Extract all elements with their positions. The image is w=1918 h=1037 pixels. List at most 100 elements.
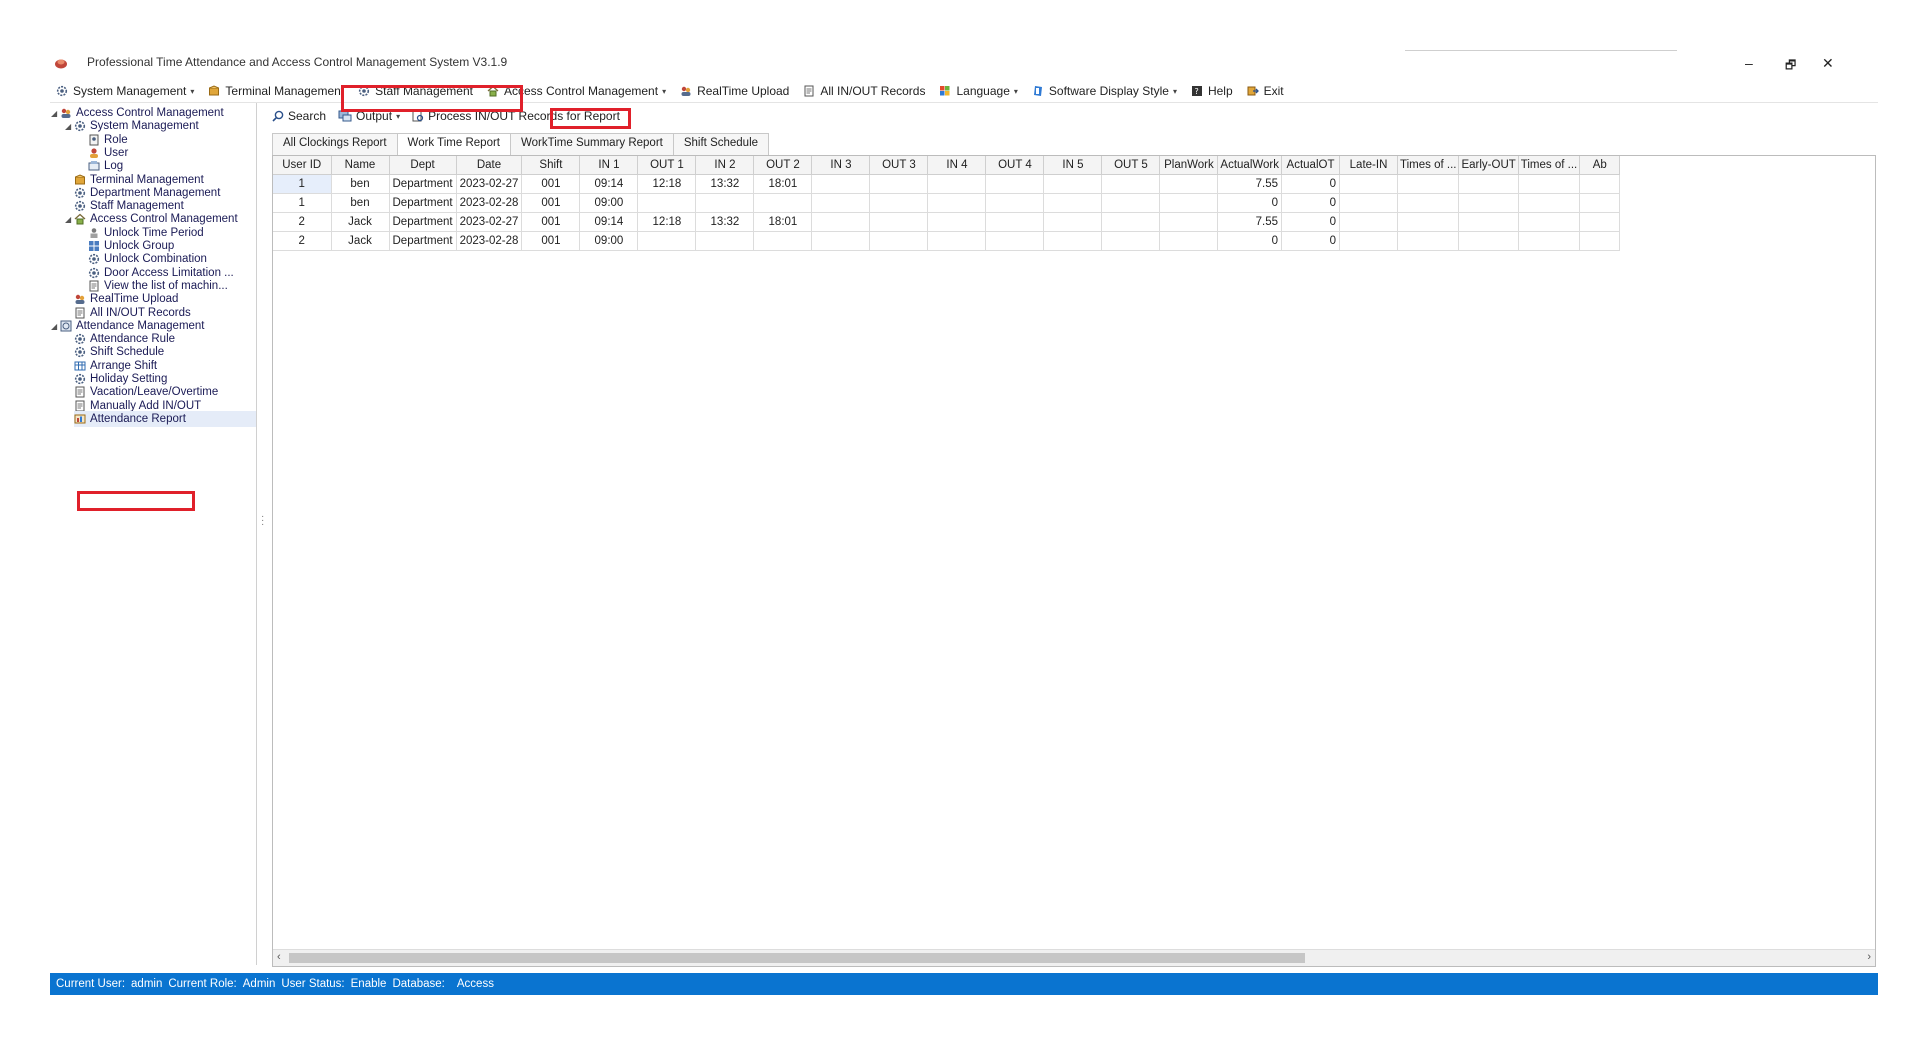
tab-all-clockings-report[interactable]: All Clockings Report (272, 133, 398, 155)
column-header-times-of[interactable]: Times of ... (1397, 156, 1460, 175)
table-cell[interactable]: Department (389, 174, 457, 194)
table-cell[interactable]: Jack (331, 231, 390, 251)
splitter-handle[interactable]: · · · (261, 512, 264, 530)
table-cell[interactable]: 2 (273, 231, 332, 251)
column-header-actualot[interactable]: ActualOT (1281, 156, 1341, 175)
column-header-name[interactable]: Name (331, 156, 390, 175)
table-cell[interactable] (811, 193, 871, 213)
table-cell[interactable] (1458, 231, 1519, 251)
table-cell[interactable] (1043, 212, 1103, 232)
table-cell[interactable] (811, 231, 871, 251)
table-cell[interactable] (1043, 193, 1103, 213)
column-header-in-3[interactable]: IN 3 (811, 156, 871, 175)
column-header-dept[interactable]: Dept (389, 156, 457, 175)
table-cell[interactable] (927, 212, 987, 232)
table-cell[interactable] (1339, 193, 1399, 213)
table-row[interactable]: 2 Jack Department 2023-02-27 001 09:14 12:18 13… (273, 212, 1621, 232)
table-cell[interactable] (985, 174, 1045, 194)
column-header-out-3[interactable]: OUT 3 (869, 156, 929, 175)
table-cell[interactable] (1159, 212, 1219, 232)
table-cell[interactable]: 13:32 (695, 212, 755, 232)
table-cell[interactable]: 2023-02-27 (456, 212, 523, 232)
table-cell[interactable]: 12:18 (637, 174, 697, 194)
expand-toggle-icon[interactable]: ◢ (51, 109, 57, 118)
table-cell[interactable] (1101, 212, 1161, 232)
table-cell[interactable] (753, 231, 813, 251)
column-header-planwork[interactable]: PlanWork (1159, 156, 1219, 175)
menu-all-in-out-records[interactable]: All IN/OUT Records (803, 84, 925, 98)
table-cell[interactable]: 09:00 (579, 231, 639, 251)
table-cell[interactable] (1397, 193, 1460, 213)
column-header-in-4[interactable]: IN 4 (927, 156, 987, 175)
restore-button[interactable]: 🗗 (1785, 56, 1796, 77)
table-cell[interactable]: 001 (521, 193, 581, 213)
column-header-in-5[interactable]: IN 5 (1043, 156, 1103, 175)
table-cell[interactable] (1101, 174, 1161, 194)
table-cell[interactable] (1458, 212, 1519, 232)
table-cell[interactable]: Jack (331, 212, 390, 232)
column-header-user-id[interactable]: User ID (273, 156, 332, 175)
table-cell[interactable] (1159, 231, 1219, 251)
table-cell[interactable]: 0 (1217, 193, 1283, 213)
table-cell[interactable]: 1 (273, 174, 332, 194)
table-cell[interactable]: 18:01 (753, 212, 813, 232)
tree-item-attendance-report[interactable]: Attendance Report (74, 410, 256, 427)
column-header-out-4[interactable]: OUT 4 (985, 156, 1045, 175)
menu-help[interactable]: ? Help (1191, 84, 1233, 98)
table-cell[interactable] (1397, 174, 1460, 194)
column-header-out-2[interactable]: OUT 2 (753, 156, 813, 175)
table-cell[interactable] (637, 231, 697, 251)
table-cell[interactable] (985, 212, 1045, 232)
table-cell[interactable] (637, 193, 697, 213)
column-header-shift[interactable]: Shift (521, 156, 581, 175)
table-cell[interactable]: 0 (1281, 212, 1341, 232)
table-cell[interactable]: 13:32 (695, 174, 755, 194)
column-header-in-1[interactable]: IN 1 (579, 156, 639, 175)
column-header-early-out[interactable]: Early-OUT (1458, 156, 1519, 175)
table-cell[interactable]: 2 (273, 212, 332, 232)
close-button[interactable]: ✕ (1822, 55, 1834, 72)
column-header-in-2[interactable]: IN 2 (695, 156, 755, 175)
table-cell[interactable]: 09:00 (579, 193, 639, 213)
tab-work-time-report[interactable]: Work Time Report (396, 133, 511, 155)
table-cell[interactable] (1518, 193, 1581, 213)
table-cell[interactable] (1339, 212, 1399, 232)
table-cell[interactable] (1043, 231, 1103, 251)
table-cell[interactable]: ben (331, 174, 390, 194)
expand-toggle-icon[interactable]: ◢ (51, 322, 57, 331)
table-cell[interactable] (869, 193, 929, 213)
column-header-out-1[interactable]: OUT 1 (637, 156, 697, 175)
table-cell[interactable]: Department (389, 212, 457, 232)
expand-toggle-icon[interactable]: ◢ (65, 122, 71, 131)
table-cell[interactable] (1397, 231, 1460, 251)
table-cell[interactable] (927, 174, 987, 194)
menu-terminal-management[interactable]: Terminal Management (208, 84, 344, 98)
table-cell[interactable] (1518, 174, 1581, 194)
table-cell[interactable]: 001 (521, 212, 581, 232)
table-cell[interactable] (1159, 193, 1219, 213)
table-cell[interactable] (1579, 193, 1621, 213)
column-header-late-in[interactable]: Late-IN (1339, 156, 1399, 175)
table-cell[interactable] (811, 212, 871, 232)
table-row[interactable]: 1 ben Department 2023-02-27 001 09:14 12:18 13:… (273, 174, 1621, 194)
table-cell[interactable]: 2023-02-27 (456, 174, 523, 194)
column-header-date[interactable]: Date (456, 156, 523, 175)
table-cell[interactable] (869, 212, 929, 232)
table-cell[interactable] (1458, 174, 1519, 194)
table-cell[interactable]: ben (331, 193, 390, 213)
table-cell[interactable] (753, 193, 813, 213)
table-cell[interactable]: Department (389, 193, 457, 213)
table-cell[interactable]: 1 (273, 193, 332, 213)
table-cell[interactable] (1101, 231, 1161, 251)
table-cell[interactable]: 001 (521, 174, 581, 194)
menu-system-management[interactable]: System Management ▾ (56, 84, 194, 98)
table-cell[interactable]: 001 (521, 231, 581, 251)
tab-worktime-summary-report[interactable]: WorkTime Summary Report (510, 133, 674, 155)
table-row[interactable]: 1 ben Department 2023-02-28 001 09:00 0 0 (273, 193, 1621, 213)
table-cell[interactable]: 09:14 (579, 212, 639, 232)
tab-shift-schedule[interactable]: Shift Schedule (672, 133, 770, 155)
table-cell[interactable] (1101, 193, 1161, 213)
table-cell[interactable] (695, 231, 755, 251)
table-cell[interactable]: 0 (1281, 174, 1341, 194)
table-cell[interactable] (927, 193, 987, 213)
